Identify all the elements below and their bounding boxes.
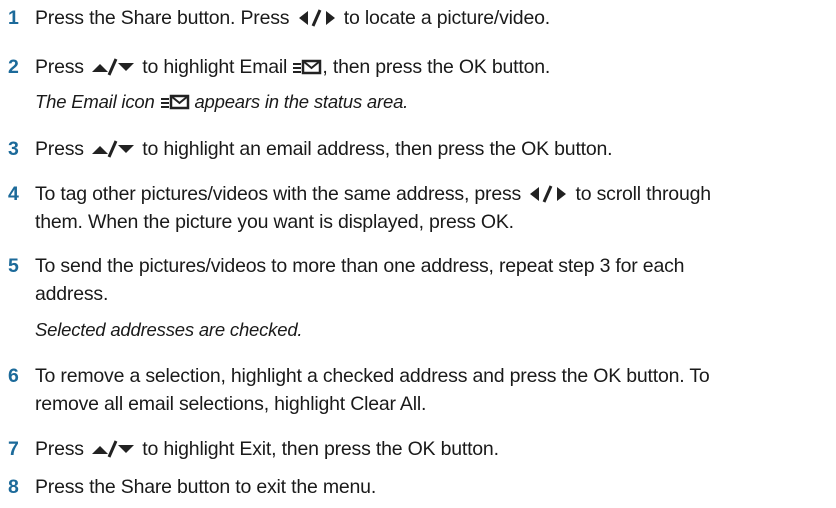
step-text: Press the Share button. Press to locate …: [35, 7, 550, 29]
step-5-note: Selected addresses are checked.: [35, 319, 303, 340]
step-number: 6: [8, 365, 19, 387]
left-right-arrow-buttons-icon: [530, 185, 567, 203]
email-icon: [293, 59, 322, 75]
step-number: 8: [8, 476, 19, 498]
step-text: Press to highlight Exit, then press the …: [35, 438, 499, 460]
step-2-note: The Email icon appears in the status are…: [35, 91, 409, 112]
step-number: 1: [8, 7, 19, 29]
instruction-page: 1 Press the Share button. Press to locat…: [0, 0, 836, 508]
step-text: remove all email selections, highlight C…: [35, 393, 427, 415]
step-text: To tag other pictures/videos with the sa…: [35, 183, 711, 205]
up-down-arrow-buttons-icon: [92, 140, 135, 158]
step-number: 3: [8, 138, 19, 160]
step-text: Press the Share button to exit the menu.: [35, 476, 377, 498]
step-number: 2: [8, 56, 19, 78]
step-text: them. When the picture you want is displ…: [35, 211, 514, 233]
step-number: 7: [8, 438, 19, 460]
left-right-arrow-buttons-icon: [298, 9, 335, 27]
step-text: To send the pictures/videos to more than…: [35, 255, 685, 277]
step-text: Press to highlight an email address, the…: [35, 138, 613, 160]
up-down-arrow-buttons-icon: [92, 440, 135, 458]
step-text: Press to highlight Email , then press th…: [35, 56, 551, 78]
step-text: To remove a selection, highlight a check…: [35, 365, 710, 387]
up-down-arrow-buttons-icon: [92, 58, 135, 76]
step-number: 5: [8, 255, 19, 277]
step-number: 4: [8, 183, 19, 205]
email-icon: [160, 94, 189, 110]
step-text: address.: [35, 283, 109, 305]
